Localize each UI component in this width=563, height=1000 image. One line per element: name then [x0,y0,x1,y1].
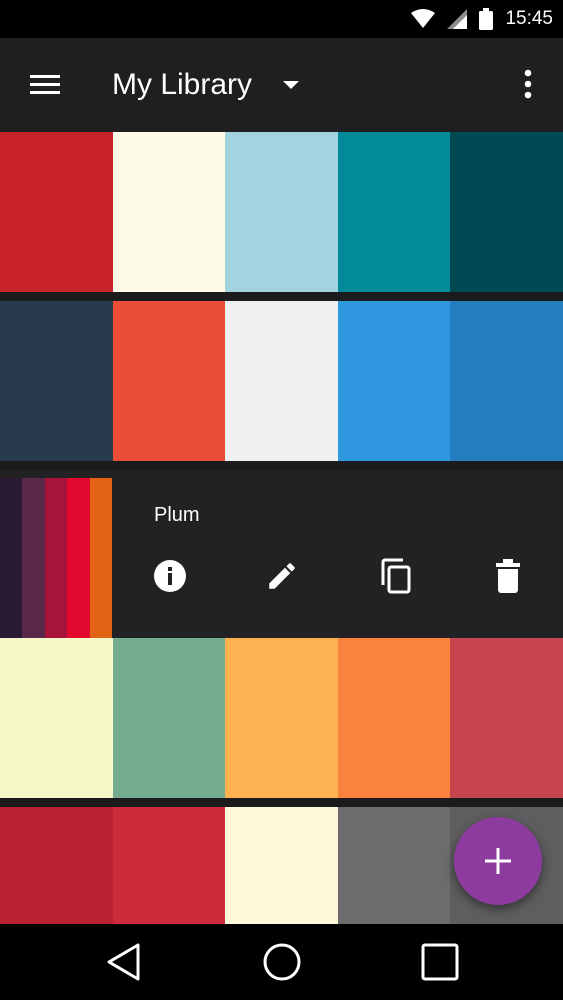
status-time: 15:45 [505,8,553,29]
color-swatch [44,478,68,638]
vertical-dots-icon[interactable] [510,64,546,104]
wifi-icon [411,9,436,28]
theme-row[interactable] [0,301,563,470]
color-swatch [112,807,226,925]
theme-row-selected: Plum [0,470,563,638]
color-swatch [450,132,563,292]
theme-actions [150,556,530,596]
color-swatch [0,807,113,925]
color-swatch [337,638,451,798]
theme-row[interactable] [0,638,563,807]
color-swatch [337,807,451,925]
info-icon [154,560,186,592]
pencil-icon [269,563,295,589]
color-swatch [225,301,338,461]
color-swatch [225,807,338,925]
color-swatch [337,132,451,292]
color-swatch [112,638,226,798]
status-icons: 15:45 [411,0,553,38]
trash-icon [496,559,520,593]
copy-icon [381,558,411,594]
edit-button[interactable] [262,556,302,596]
theme-row[interactable] [0,132,563,301]
color-swatch [22,478,45,638]
color-swatch [0,478,23,638]
plus-icon [485,848,511,874]
library-selector[interactable]: My Library [112,62,300,108]
status-bar: 15:45 [0,0,563,38]
color-swatch [0,132,113,292]
recents-icon[interactable] [418,940,462,984]
color-swatch [112,132,226,292]
color-swatch [450,301,563,461]
info-button[interactable] [150,556,190,596]
app-bar: My Library [0,38,563,132]
theme-name: Plum [154,504,200,526]
add-theme-button[interactable] [454,817,542,905]
color-swatch [0,638,113,798]
back-icon[interactable] [102,940,146,984]
color-swatch [225,638,338,798]
theme-thumbnail[interactable] [0,478,113,638]
home-icon[interactable] [260,940,304,984]
delete-button[interactable] [488,556,528,596]
navigation-bar [0,924,563,1000]
color-swatch [337,301,451,461]
triangle-down-icon [283,81,300,89]
color-swatch [450,638,563,798]
battery-icon [479,8,494,30]
hamburger-icon[interactable] [26,68,62,104]
cellular-signal-icon [447,9,468,29]
color-swatch [225,132,338,292]
color-swatch [112,301,226,461]
color-swatch [67,478,90,638]
copy-button[interactable] [376,556,416,596]
page-title: My Library [112,68,253,101]
color-swatch [0,301,113,461]
theme-list: Plum [0,132,563,925]
color-swatch [89,478,113,638]
